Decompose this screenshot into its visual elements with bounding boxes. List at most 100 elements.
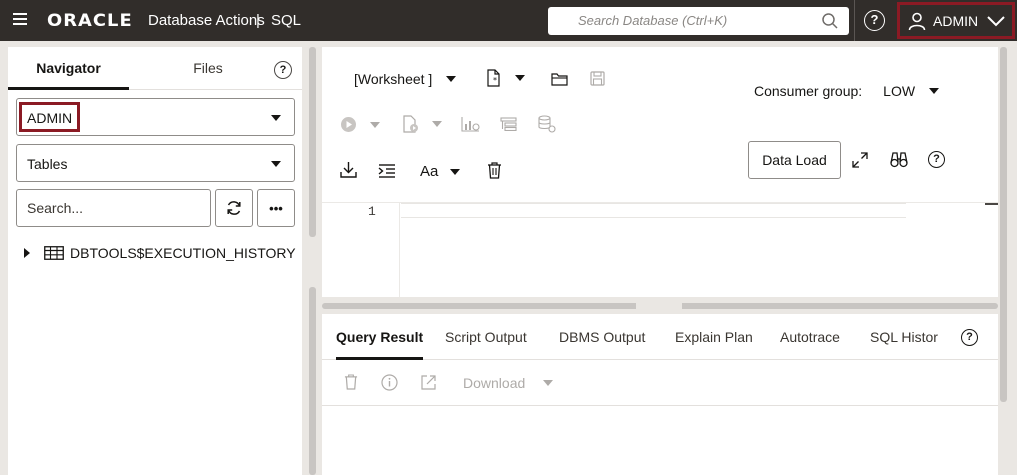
hamburger-menu-icon[interactable] <box>13 13 27 25</box>
save-icon <box>590 71 605 86</box>
title-separator: | <box>256 12 260 29</box>
tab-dbms-output[interactable]: DBMS Output <box>559 314 645 360</box>
consumer-group[interactable]: Consumer group: LOW <box>754 83 940 99</box>
tree-item[interactable]: DBTOOLS$EXECUTION_HISTORY <box>24 243 296 263</box>
run-script-button[interactable] <box>402 115 442 133</box>
caret-down-icon <box>370 121 380 128</box>
navigator-tabs: Navigator Files ? <box>8 47 302 90</box>
chart-icon <box>461 116 480 132</box>
object-search[interactable] <box>16 189 211 227</box>
worksheet-name: [Worksheet ] <box>354 71 433 87</box>
format-button[interactable] <box>378 164 396 178</box>
external-link-icon <box>421 375 436 390</box>
trash-icon <box>487 162 502 179</box>
results-panel: Query Result Script Output DBMS Output E… <box>322 314 998 475</box>
run-statement-button[interactable] <box>340 116 380 133</box>
open-in-new-button[interactable] <box>421 375 436 390</box>
schema-value: ADMIN <box>27 110 73 126</box>
global-search[interactable] <box>548 7 849 35</box>
caret-down-icon <box>432 121 442 127</box>
caret-down-icon <box>446 76 457 82</box>
header-divider <box>854 0 855 41</box>
main-scrollbar[interactable] <box>1000 47 1007 402</box>
download-icon <box>340 161 357 178</box>
worksheet-selector[interactable]: [Worksheet ] <box>354 71 457 87</box>
object-type-select[interactable]: Tables <box>16 144 295 182</box>
info-icon <box>381 374 398 391</box>
navigator-scrollbar[interactable] <box>309 47 316 237</box>
help-icon[interactable]: ? <box>864 10 885 31</box>
download-button[interactable] <box>340 161 357 178</box>
tab-files[interactable]: Files <box>158 47 258 90</box>
tree-icon <box>500 117 517 131</box>
refresh-button[interactable] <box>215 189 253 227</box>
save-button[interactable] <box>590 71 605 86</box>
consumer-group-label: Consumer group: <box>754 83 863 99</box>
more-actions-button[interactable]: ••• <box>257 189 295 227</box>
explain-plan-button[interactable] <box>461 116 480 132</box>
help-icon: ? <box>961 329 978 346</box>
run-script-icon <box>402 115 419 133</box>
clear-button[interactable] <box>487 162 502 179</box>
object-search-input[interactable] <box>27 200 197 216</box>
caret-down-icon <box>929 88 940 94</box>
results-help-button[interactable]: ? <box>961 329 978 346</box>
caret-down-icon <box>271 161 281 167</box>
data-load-button[interactable]: Data Load <box>748 141 841 179</box>
caret-down-icon <box>515 75 525 81</box>
download-menu[interactable]: Download <box>463 375 554 391</box>
tab-script-output[interactable]: Script Output <box>445 314 527 360</box>
text-size-button[interactable]: Aa <box>420 163 461 180</box>
folder-icon <box>551 72 568 86</box>
tab-explain-plan[interactable]: Explain Plan <box>675 314 753 360</box>
splitter-handle[interactable] <box>636 303 682 309</box>
binoculars-icon <box>890 151 908 168</box>
db-config-button[interactable] <box>538 115 556 133</box>
search-icon[interactable] <box>821 12 839 30</box>
page-title: SQL <box>271 12 302 29</box>
oracle-logo[interactable]: ORACLE <box>47 11 133 31</box>
code-editor[interactable] <box>401 203 906 218</box>
play-icon <box>340 116 357 133</box>
tab-query-result[interactable]: Query Result <box>336 314 424 360</box>
tab-autotrace[interactable]: Autotrace <box>780 314 840 360</box>
download-label: Download <box>463 375 526 391</box>
panel-splitter[interactable] <box>322 303 998 309</box>
worksheet-help-button[interactable]: ? <box>928 151 945 168</box>
svg-text:*: * <box>493 76 497 85</box>
results-tabs: Query Result Script Output DBMS Output E… <box>322 314 998 360</box>
user-menu-button[interactable]: ADMIN <box>897 2 1015 39</box>
line-number: 1 <box>368 204 376 219</box>
new-file-icon: * <box>486 69 502 87</box>
object-type-value: Tables <box>27 156 68 172</box>
open-button[interactable] <box>551 72 568 86</box>
text-size-icon: Aa <box>420 163 439 180</box>
refresh-icon <box>225 199 243 217</box>
tab-navigator[interactable]: Navigator <box>8 47 129 90</box>
navigator-help-icon[interactable]: ? <box>274 61 292 79</box>
top-bar: ORACLE Database Actions | SQL ? ADMIN <box>0 0 1017 41</box>
info-button[interactable] <box>381 374 398 391</box>
caret-down-icon <box>450 168 461 175</box>
indent-icon <box>378 164 396 178</box>
autotrace-button[interactable] <box>500 117 517 131</box>
tree-item-label: DBTOOLS$EXECUTION_HISTORY <box>70 245 296 261</box>
delete-results-button[interactable] <box>344 374 358 390</box>
trash-icon <box>344 374 358 390</box>
expand-button[interactable] <box>852 152 868 168</box>
find-button[interactable] <box>890 151 908 168</box>
editor-scroll-marker <box>985 203 998 205</box>
schema-select[interactable]: ADMIN <box>16 98 295 136</box>
expand-icon[interactable] <box>24 248 30 258</box>
navigator-scrollbar-lower[interactable] <box>309 287 316 475</box>
new-worksheet-button[interactable]: * <box>486 69 525 87</box>
chevron-down-icon <box>987 15 1005 27</box>
line-gutter <box>322 203 400 297</box>
caret-down-icon <box>543 380 554 386</box>
database-settings-icon <box>538 115 556 133</box>
caret-down-icon <box>271 115 281 121</box>
tab-sql-history[interactable]: SQL Histor <box>870 314 938 360</box>
global-search-input[interactable] <box>578 7 828 33</box>
app-title: Database Actions <box>148 12 265 29</box>
expand-icon <box>852 152 868 168</box>
